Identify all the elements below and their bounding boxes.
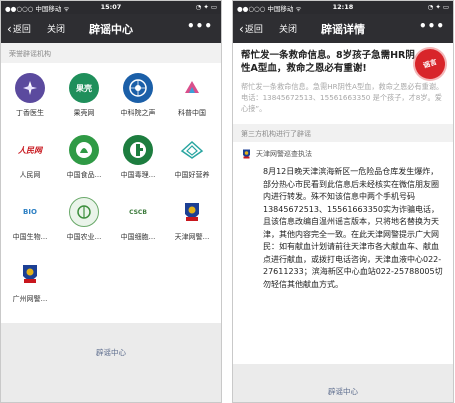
close-button[interactable]: 关闭	[47, 22, 65, 35]
footer: 辟谣中心	[233, 364, 453, 402]
org-label: 中科院之声	[120, 109, 156, 117]
screen-rumor-center: ●●○○○ 中国移动 ᯤ 15:07 ◔ ✦ ▭ ‹ 返回 关闭 辟谣中心 ••…	[0, 0, 222, 403]
org-item-guangzhou-police[interactable]: 广州网警...	[3, 253, 57, 311]
chevron-left-icon: ‹	[7, 21, 12, 36]
org-item-china-tox[interactable]: 中国毒理...	[111, 129, 165, 187]
china-food-logo-icon	[69, 135, 99, 165]
org-label: 丁香医生	[16, 109, 44, 117]
footer-link-rumor-center[interactable]: 辟谣中心	[1, 347, 221, 358]
rumor-original-text: 帮忙发一条救命信息。急需HR阴性A型血，救命之恩必有重谢。电话：13845672…	[241, 82, 444, 113]
logo-text: BIO	[23, 208, 37, 216]
more-options-button[interactable]: •••	[187, 19, 213, 33]
org-label: 果壳网	[73, 109, 95, 117]
battery-icon: ◔ ✦ ▭	[427, 3, 449, 11]
footer-link-rumor-center[interactable]: 辟谣中心	[233, 386, 453, 397]
section-label-third-party: 第三方机构进行了辟谣	[233, 124, 453, 142]
china-bio-logo-icon: BIO	[15, 197, 45, 227]
kepu-china-logo-icon	[177, 73, 207, 103]
org-item-dingxiang[interactable]: 丁香医生	[3, 67, 57, 125]
china-toxicology-logo-icon	[123, 135, 153, 165]
peoples-daily-logo-icon: 人民网	[15, 135, 45, 165]
org-label: 广州网警...	[12, 295, 48, 303]
back-button[interactable]: ‹ 返回	[7, 21, 31, 36]
back-button[interactable]: ‹ 返回	[239, 21, 263, 36]
org-item-china-agri[interactable]: 中国农业...	[57, 191, 111, 249]
back-label: 返回	[244, 25, 263, 35]
org-label: 人民网	[19, 171, 41, 179]
china-agri-logo-icon	[69, 197, 99, 227]
debunk-body: 8月12日晚天津滨海新区一危险品仓库发生爆炸，部分热心市民看到此信息后未经核实在…	[263, 167, 443, 289]
org-label: 天津网警...	[174, 233, 210, 241]
battery-icon: ◔ ✦ ▭	[195, 3, 217, 11]
source-row: 天津网警巡查执法	[233, 142, 453, 162]
org-label: 中国毒理...	[120, 171, 156, 179]
status-bar: ●●○○○ 中国移动 ᯤ 12:18 ◔ ✦ ▭	[233, 1, 453, 14]
logo-text: 果壳	[76, 83, 92, 93]
cas-voice-logo-icon	[123, 73, 153, 103]
status-time: 15:07	[100, 3, 122, 11]
stamp-text: 谣言	[422, 58, 438, 70]
org-item-guokr[interactable]: 果壳 果壳网	[57, 67, 111, 125]
guokr-logo-icon: 果壳	[69, 73, 99, 103]
org-item-china-food[interactable]: 中国食品...	[57, 129, 111, 187]
close-button[interactable]: 关闭	[279, 22, 297, 35]
chevron-left-icon: ‹	[239, 21, 244, 36]
org-item-china-bio[interactable]: BIO 中国生物...	[3, 191, 57, 249]
org-label: 中国生物...	[12, 233, 48, 241]
screen-rumor-detail: ●●○○○ 中国移动 ᯤ 12:18 ◔ ✦ ▭ ‹ 返回 关闭 辟谣详情 ••…	[232, 0, 454, 403]
nav-bar: ‹ 返回 关闭 辟谣详情 •••	[233, 14, 453, 43]
section-label-honor-orgs: 荣誉辟谣机构	[1, 43, 221, 63]
org-item-nutrition[interactable]: 中国好营养	[165, 129, 219, 187]
org-item-people[interactable]: 人民网 人民网	[3, 129, 57, 187]
dingxiang-doctor-logo-icon	[15, 73, 45, 103]
footer: 辟谣中心	[1, 323, 221, 402]
back-label: 返回	[12, 25, 31, 35]
source-name: 天津网警巡查执法	[256, 150, 312, 158]
org-label: 中国农业...	[66, 233, 102, 241]
org-label: 中国好营养	[174, 171, 210, 179]
org-label: 科普中国	[178, 109, 206, 117]
org-item-kepu[interactable]: 科普中国	[165, 67, 219, 125]
org-item-china-cell[interactable]: CSCB 中国细胞...	[111, 191, 165, 249]
rumor-header: 帮忙发一条救命信息。8岁孩子急需HR阴性A型血，救命之恩必有重谢! 谣言	[233, 42, 453, 86]
guangzhou-police-logo-icon	[15, 259, 45, 289]
status-time: 12:18	[332, 3, 354, 11]
tianjin-police-logo-icon	[177, 197, 207, 227]
logo-text: 人民网	[18, 145, 42, 155]
org-grid: 丁香医生 果壳 果壳网 中科院之声 科普中国 人民网 人民网 中国食品... 中…	[1, 63, 221, 311]
nav-bar: ‹ 返回 关闭 辟谣中心 •••	[1, 14, 221, 43]
china-nutrition-logo-icon	[177, 135, 207, 165]
org-label: 中国食品...	[66, 171, 102, 179]
more-options-button[interactable]: •••	[419, 19, 445, 33]
status-bar: ●●○○○ 中国移动 ᯤ 15:07 ◔ ✦ ▭	[1, 1, 221, 14]
police-badge-icon	[243, 149, 250, 159]
china-cell-logo-icon: CSCB	[123, 197, 153, 227]
org-item-tianjin-police[interactable]: 天津网警...	[165, 191, 219, 249]
org-item-cas[interactable]: 中科院之声	[111, 67, 165, 125]
logo-text: CSCB	[129, 208, 147, 216]
org-label: 中国细胞...	[120, 233, 156, 241]
